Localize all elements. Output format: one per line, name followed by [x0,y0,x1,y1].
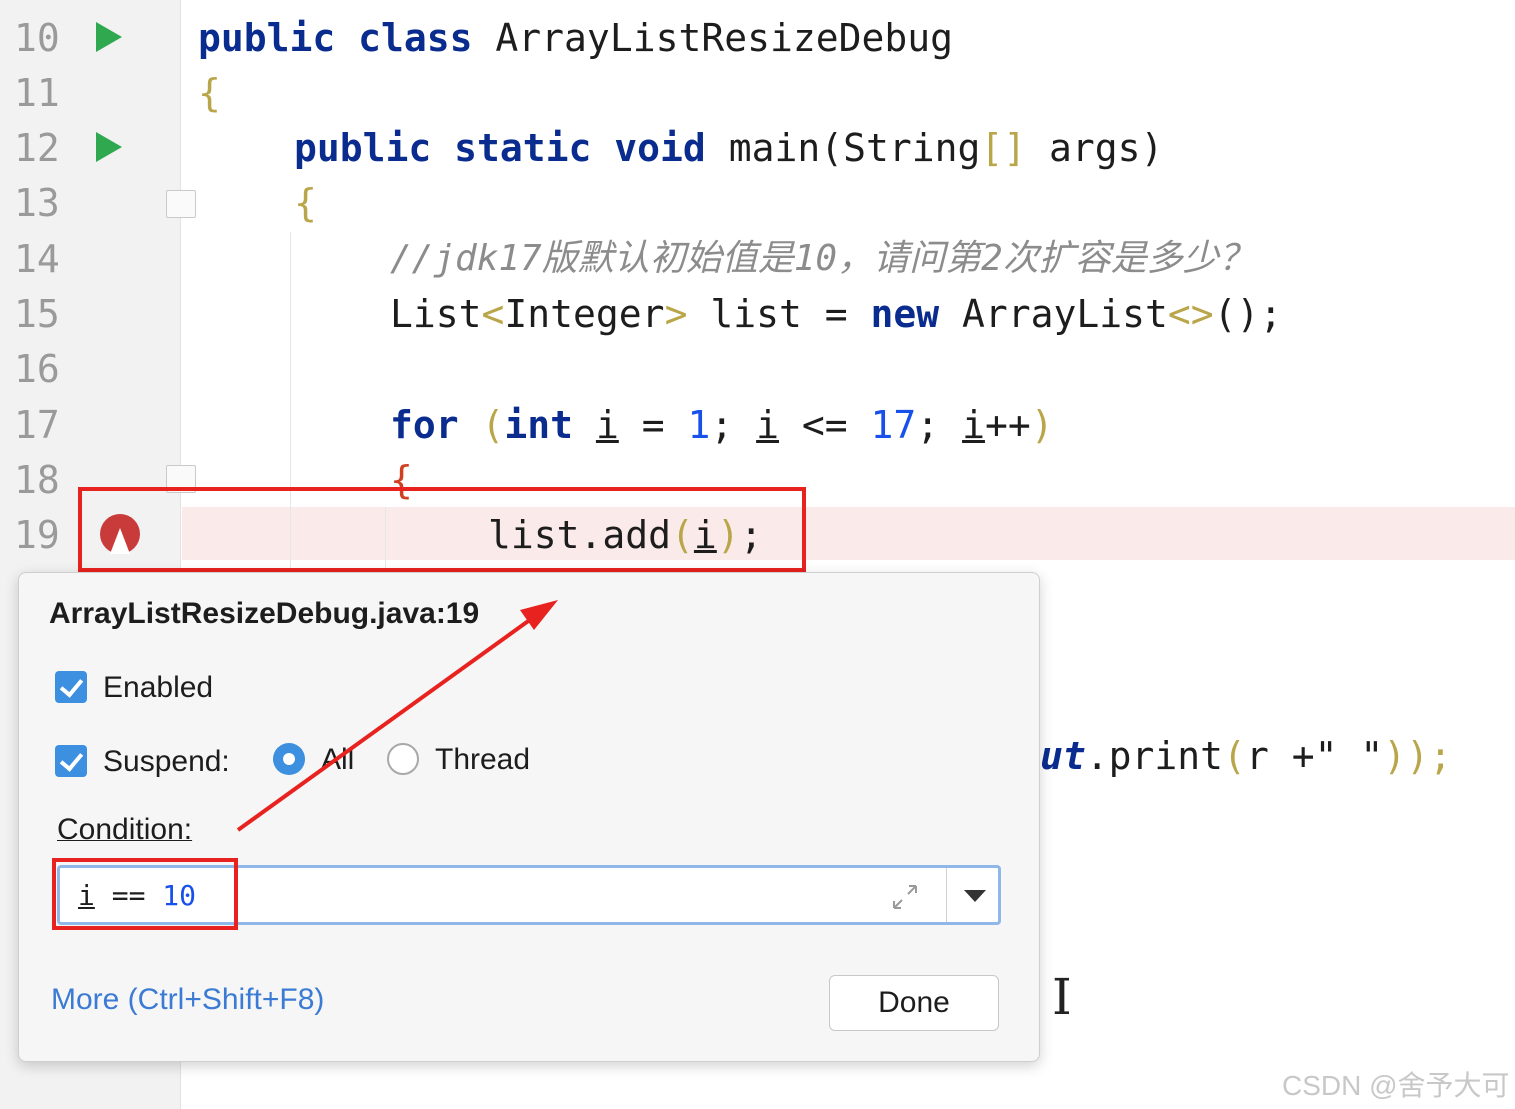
text-cursor-icon: I [1052,968,1072,1026]
annotation-arrow [236,600,558,832]
watermark: CSDN @舍予大可 [1282,1070,1510,1101]
